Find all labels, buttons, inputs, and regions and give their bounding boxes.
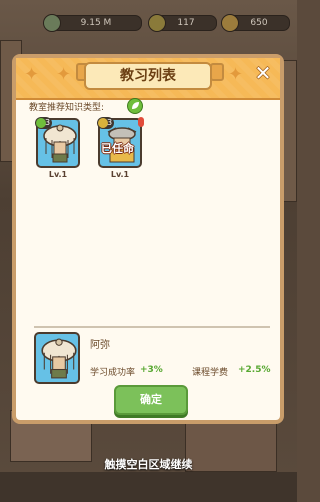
close-icon: ✕ (254, 61, 272, 85)
gear-icon (98, 118, 108, 128)
star-icon (148, 14, 166, 32)
assigned-label: 已任命 (101, 142, 134, 155)
teacher-portrait (42, 124, 78, 168)
recommend-label: 教室推荐知识类型: (29, 103, 105, 113)
success-rate-value: +3% (140, 365, 163, 375)
leaf-icon (127, 98, 143, 114)
status-tag (138, 117, 144, 127)
bottom-scene (0, 472, 297, 502)
teacher-card[interactable]: 3 已任命 (97, 117, 144, 168)
resource-icon (43, 14, 61, 32)
teacher-name: 阿弥 (90, 340, 110, 351)
star-stat: 117 (148, 14, 217, 32)
selected-teacher-portrait (34, 332, 80, 384)
modal-title: 教习列表 (120, 68, 176, 84)
title-plate-tab (210, 63, 224, 81)
title-plate: 教习列表 (84, 62, 212, 90)
divider (34, 326, 270, 328)
continue-hint[interactable]: 触摸空白区域继续 (0, 456, 297, 472)
teacher-level: Lv.1 (110, 170, 130, 179)
success-rate-label: 学习成功率 (90, 368, 136, 378)
course-fee-label: 课程学费 (192, 368, 229, 378)
teacher-list-modal: ✦ ✦ ✦ 教习列表 ✕ 教室推荐知识类型: 3 Lv.1 3 已任命 Lv.1… (12, 54, 284, 424)
resource-stat: 9.15 M (43, 14, 142, 32)
level-badge: 3 (97, 117, 115, 129)
leaf-icon (36, 118, 46, 128)
top-status-bar: 9.15 M 117 650 (0, 0, 297, 32)
teacher-level: Lv.1 (48, 170, 68, 179)
level-badge: 3 (35, 117, 53, 129)
confirm-button[interactable]: 确定 (114, 385, 188, 415)
coin-stat: 650 (221, 14, 290, 32)
teacher-card[interactable]: 3 (35, 117, 80, 168)
decor-star-icon: ✦ (228, 64, 244, 85)
star-value: 117 (177, 18, 195, 28)
course-fee-value: +2.5% (238, 365, 271, 375)
coin-value: 650 (250, 18, 268, 28)
coin-icon (221, 14, 239, 32)
close-button[interactable]: ✕ (252, 62, 274, 84)
decor-star-icon: ✦ (56, 64, 72, 85)
teacher-portrait (40, 338, 78, 384)
decor-star-icon: ✦ (24, 64, 40, 85)
modal-header: ✦ ✦ ✦ 教习列表 ✕ (16, 58, 280, 100)
resource-value: 9.15 M (80, 18, 112, 28)
